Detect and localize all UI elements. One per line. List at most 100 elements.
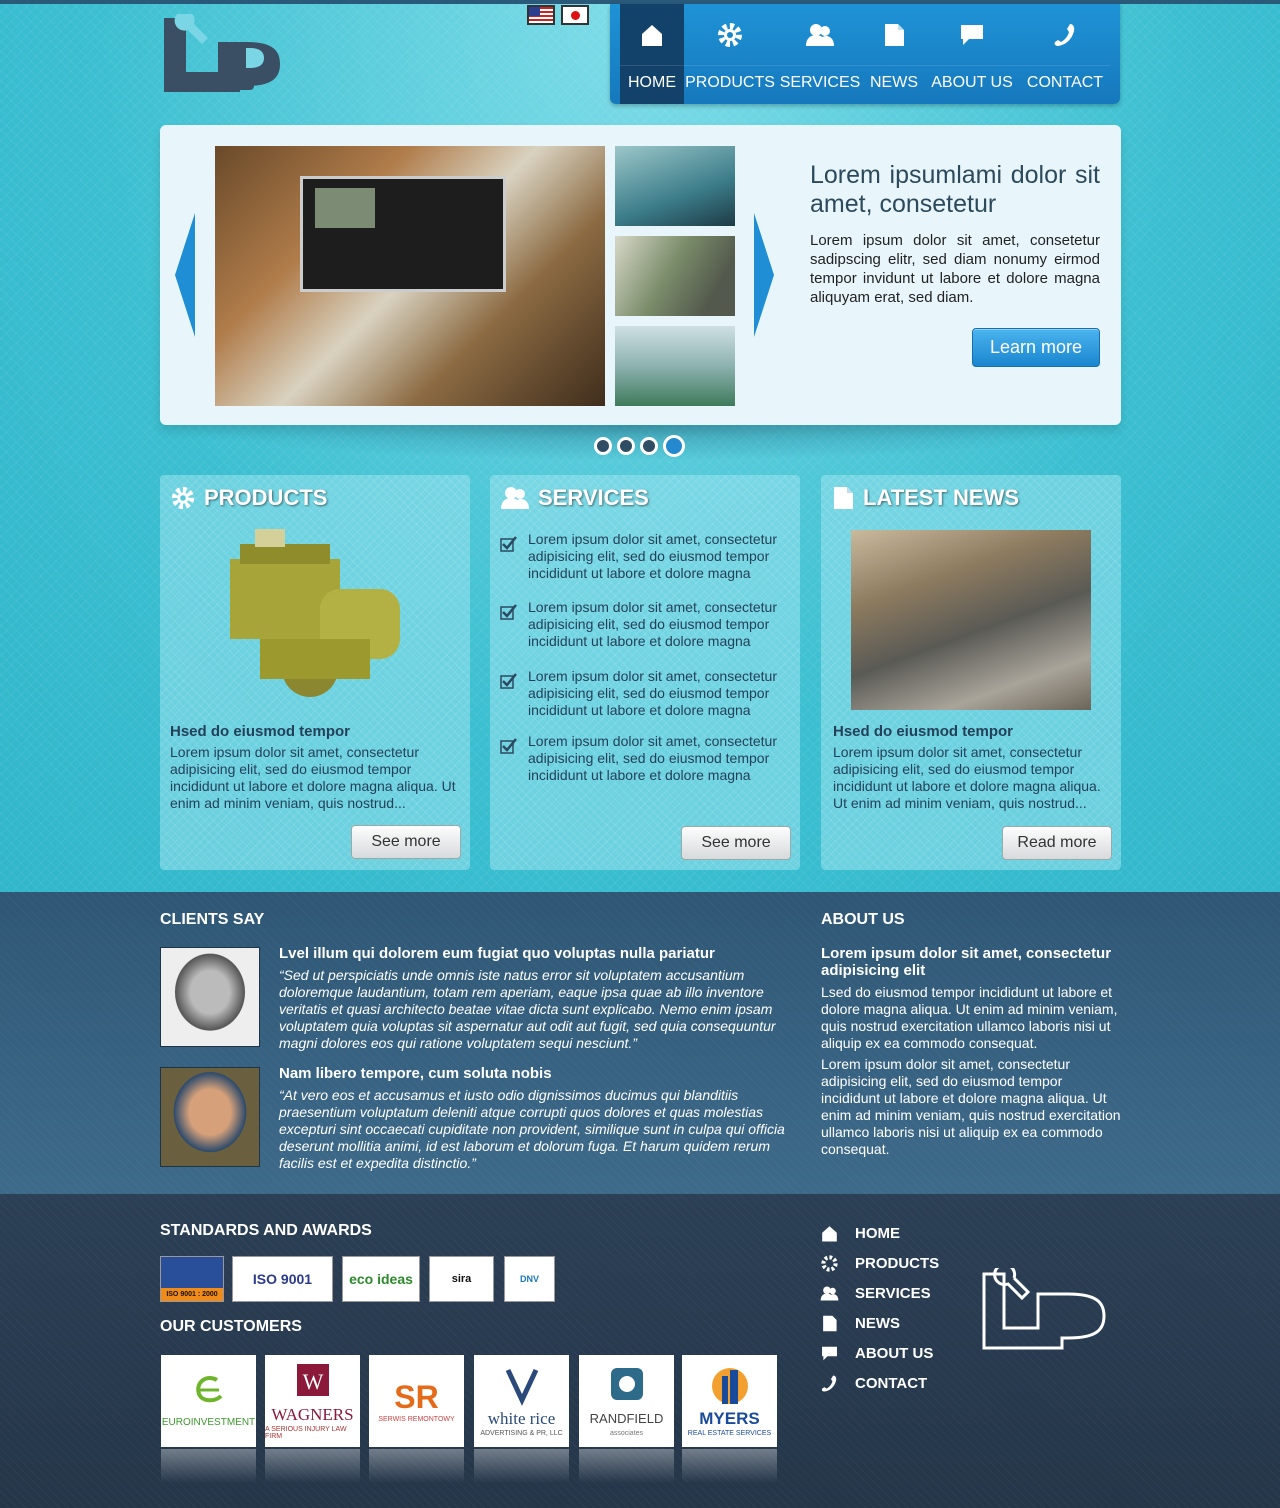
footer-nav-label: NEWS (855, 1315, 900, 1332)
home-icon (822, 1226, 837, 1242)
products-see-more-button[interactable]: See more (351, 825, 461, 859)
customer-name: SR (394, 1378, 439, 1415)
slider-dot[interactable] (640, 437, 658, 455)
news-read-more-button[interactable]: Read more (1002, 826, 1112, 860)
footer-nav-contact[interactable]: CONTACT (820, 1374, 927, 1393)
customer-logo-white-rice[interactable]: white rice ADVERTISING & PR, LLC (474, 1355, 569, 1447)
us-flag-button[interactable] (527, 5, 555, 25)
customer-logo-randfield[interactable]: RANDFIELD associates (579, 1355, 674, 1447)
customer-name: MYERS (699, 1408, 760, 1428)
customer-name: white rice (487, 1408, 556, 1428)
japan-flag-button[interactable] (561, 5, 589, 25)
news-text: Lorem ipsum dolor sit amet, consectetur … (833, 744, 1101, 811)
customer-logo-euroinvestment[interactable]: EUROINVESTMENT (161, 1355, 256, 1447)
service-list-item: Lorem ipsum dolor sit amet, consectetur … (500, 733, 790, 784)
slide-title: Lorem ipsumlami dolor sit amet, consetet… (810, 161, 1100, 218)
nav-news[interactable]: NEWS (864, 4, 924, 104)
sira-badge: sira (429, 1256, 494, 1302)
svg-text:W: W (302, 1369, 323, 1394)
iso-9001-badge: ISO 9001 (232, 1256, 333, 1302)
service-item-text: Lorem ipsum dolor sit amet, consectetur … (528, 599, 777, 649)
products-subtitle: Hsed do eiusmod tempor (170, 723, 351, 740)
customer-logo-sr[interactable]: SR SERWIS REMONTOWY (369, 1355, 464, 1447)
customer-tagline: A SERIOUS INJURY LAW FIRM (265, 1426, 347, 1440)
nav-news-label: NEWS (870, 74, 918, 91)
service-list-item: Lorem ipsum dolor sit amet, consectetur … (500, 668, 790, 719)
client-photo (160, 1067, 260, 1167)
footer-nav-label: ABOUT US (855, 1345, 934, 1362)
customer-tagline: REAL ESTATE SERVICES (687, 1429, 772, 1437)
nav-about-us[interactable]: ABOUT US (924, 4, 1020, 104)
users-icon (501, 487, 529, 509)
slider-dot-active[interactable] (663, 435, 685, 457)
document-icon (823, 1315, 837, 1332)
footer-nav-services[interactable]: SERVICES (820, 1284, 931, 1303)
nav-services[interactable]: SERVICES (776, 4, 864, 104)
euroinvestment-logo-icon (195, 1375, 222, 1403)
customer-tagline: SERWIS REMONTOWY (378, 1415, 455, 1423)
customer-tagline: associates (609, 1429, 644, 1437)
gear-icon (718, 22, 742, 47)
service-list-item: Lorem ipsum dolor sit amet, consectetur … (500, 531, 790, 582)
eco-ideas-badge: eco ideas (342, 1256, 420, 1302)
about-us-paragraph: Lorem ipsum dolor sit amet, consectetur … (821, 1056, 1121, 1157)
service-item-text: Lorem ipsum dolor sit amet, consectetur … (528, 668, 777, 718)
badge-label: DNV (519, 1274, 539, 1284)
standards-title: STANDARDS AND AWARDS (160, 1222, 372, 1239)
badge-label: sira (451, 1273, 472, 1285)
logo-reflection (682, 1449, 777, 1483)
slider-main-image (215, 146, 605, 406)
about-us-paragraph: Lsed do eiusmod tempor incididunt ut lab… (821, 984, 1118, 1051)
footer-nav-about-us[interactable]: ABOUT US (820, 1344, 933, 1363)
slider-prev-arrow[interactable] (175, 213, 195, 337)
nav-home[interactable]: HOME (620, 4, 684, 104)
hero-slider: Lorem ipsumlami dolor sit amet, consetet… (160, 125, 1121, 425)
footer-logo[interactable] (980, 1268, 1120, 1352)
quote-text: “Sed ut perspiciatis unde omnis iste nat… (279, 967, 776, 1051)
services-title: SERVICES (538, 485, 649, 510)
footer-nav-label: HOME (855, 1225, 900, 1242)
slider-thumbnail[interactable] (615, 236, 735, 316)
footer-nav-label: PRODUCTS (855, 1255, 940, 1272)
footer-nav-label: CONTACT (855, 1375, 928, 1392)
footer-nav-home[interactable]: HOME (820, 1224, 900, 1243)
service-item-text: Lorem ipsum dolor sit amet, consectetur … (528, 531, 777, 581)
quote-text: “At vero eos et accusamus et iusto odio … (279, 1087, 785, 1171)
nav-services-label: SERVICES (779, 74, 861, 91)
news-title: LATEST NEWS (863, 485, 1020, 510)
services-box: SERVICES Lorem ipsum dolor sit amet, con… (490, 475, 800, 870)
nav-products-label: PRODUCTS (685, 74, 775, 91)
quote-title: Nam libero tempore, cum soluta nobis (279, 1065, 552, 1082)
latest-news-box: LATEST NEWS Hsed do eiusmod tempor Lorem… (821, 475, 1121, 870)
customer-logo-wagners[interactable]: W WAGNERS A SERIOUS INJURY LAW FIRM (265, 1355, 360, 1447)
logo-reflection (579, 1449, 674, 1483)
badge-label: ISO 9001 (252, 1271, 313, 1287)
site-logo[interactable] (160, 14, 298, 92)
logo-reflection (265, 1449, 360, 1483)
footer-nav-news[interactable]: NEWS (820, 1314, 900, 1333)
slider-thumbnail[interactable] (615, 146, 735, 226)
nav-products[interactable]: PRODUCTS (684, 4, 776, 104)
iso-9001-2000-badge: ISO 9001 : 2000 (160, 1256, 224, 1302)
nav-home-label: HOME (628, 74, 676, 91)
quote-title: Lvel illum qui dolorem eum fugiat quo vo… (279, 945, 715, 962)
nav-contact[interactable]: CONTACT (1020, 4, 1110, 104)
slide-text: Lorem ipsum dolor sit amet, consetetur s… (810, 232, 1100, 306)
customer-logo-myers[interactable]: MYERS REAL ESTATE SERVICES (682, 1355, 777, 1447)
slider-dot[interactable] (594, 437, 612, 455)
speech-bubble-icon (822, 1346, 837, 1361)
services-see-more-button[interactable]: See more (681, 826, 791, 860)
slider-thumbnail[interactable] (615, 326, 735, 406)
slider-dot[interactable] (617, 437, 635, 455)
service-item-text: Lorem ipsum dolor sit amet, consectetur … (528, 733, 777, 783)
about-us-title: ABOUT US (821, 911, 905, 928)
home-icon (642, 24, 662, 46)
logo-reflection (369, 1449, 464, 1483)
gear-icon (171, 486, 195, 510)
slider-next-arrow[interactable] (754, 213, 774, 337)
checkmark-icon (500, 673, 517, 689)
checkmark-icon (500, 536, 517, 552)
product-machine-image (230, 529, 400, 697)
learn-more-button[interactable]: Learn more (972, 328, 1100, 367)
footer-nav-products[interactable]: PRODUCTS (820, 1254, 939, 1273)
